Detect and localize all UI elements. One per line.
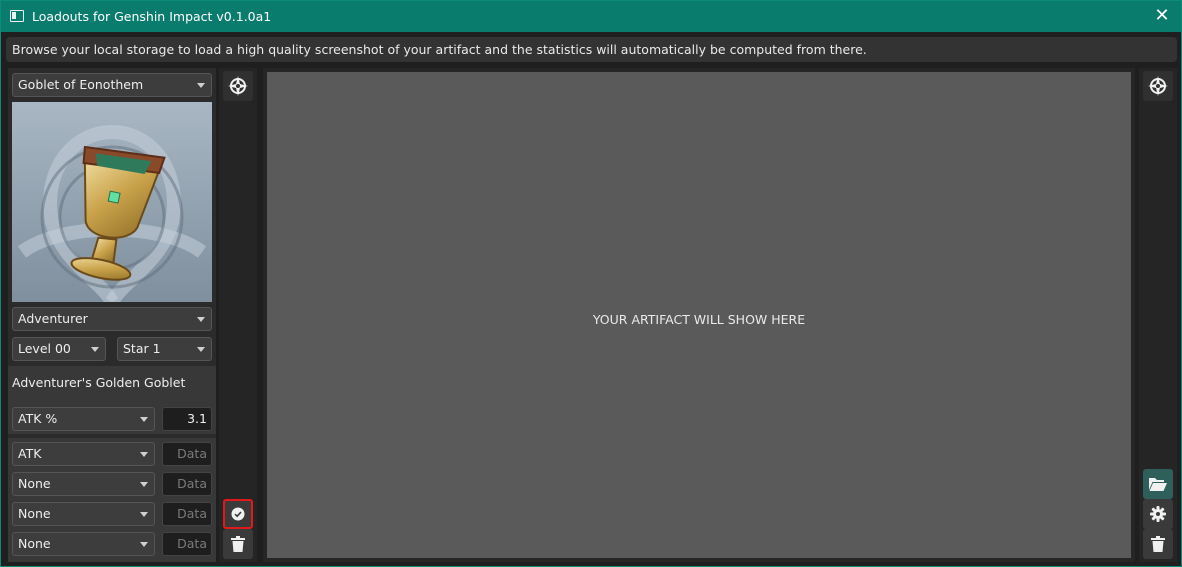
substat-2-value: None (18, 476, 51, 491)
substat-1-value: ATK (18, 446, 42, 461)
artifact-form-panel: Goblet of Eonothem Adventurer Level 00 S… (8, 68, 216, 562)
substat-4-value: None (18, 536, 51, 551)
chevron-down-icon (91, 347, 99, 352)
chevron-down-icon (140, 417, 148, 422)
delete-button[interactable] (223, 529, 253, 559)
compass-button-right[interactable] (1143, 71, 1173, 101)
preview-placeholder: YOUR ARTIFACT WILL SHOW HERE (592, 312, 806, 327)
chevron-down-icon (140, 512, 148, 517)
info-message: Browse your local storage to load a high… (6, 37, 1177, 62)
substat-1-select[interactable]: ATK (12, 442, 155, 466)
artifact-type-value: Goblet of Eonothem (18, 77, 144, 92)
substat-2-amount[interactable]: Data (162, 472, 212, 496)
substat-3-amount[interactable]: Data (162, 502, 212, 526)
artifact-image (12, 102, 212, 302)
chevron-down-icon (197, 347, 205, 352)
folder-open-icon (1149, 478, 1167, 491)
close-button[interactable]: ✕ (1149, 4, 1175, 28)
compass-button[interactable] (223, 71, 253, 101)
rarity-value: Star 1 (123, 341, 161, 356)
artifact-type-select[interactable]: Goblet of Eonothem (12, 73, 212, 97)
delete-button-right[interactable] (1143, 529, 1173, 559)
right-action-strip (1139, 68, 1177, 562)
open-file-button[interactable] (1143, 469, 1173, 499)
chevron-down-icon (197, 317, 205, 322)
main-stat-select[interactable]: ATK % (12, 407, 155, 431)
chevron-down-icon (140, 482, 148, 487)
rarity-select[interactable]: Star 1 (117, 337, 212, 361)
goblet-image (12, 102, 212, 302)
artifact-preview[interactable]: YOUR ARTIFACT WILL SHOW HERE (267, 72, 1131, 558)
substat-3-select[interactable]: None (12, 502, 155, 526)
trash-icon (1151, 536, 1165, 552)
gear-icon (1150, 506, 1166, 522)
chevron-down-icon (140, 452, 148, 457)
settings-button[interactable] (1143, 499, 1173, 529)
artifact-preview-area: YOUR ARTIFACT WILL SHOW HERE (263, 68, 1135, 562)
window-title: Loadouts for Genshin Impact v0.1.0a1 (32, 9, 272, 24)
artifact-set-value: Adventurer (18, 311, 88, 326)
artifact-set-select[interactable]: Adventurer (12, 307, 212, 331)
compass-icon (228, 76, 248, 96)
substat-3-value: None (18, 506, 51, 521)
confirm-button[interactable] (223, 499, 253, 529)
compass-icon (1148, 76, 1168, 96)
substat-4-amount[interactable]: Data (162, 532, 212, 556)
check-circle-icon (231, 507, 245, 521)
chevron-down-icon (140, 542, 148, 547)
substat-1-amount[interactable]: Data (162, 442, 212, 466)
app-icon (10, 10, 24, 22)
main-stat-value: ATK % (18, 411, 58, 426)
substat-4-select[interactable]: None (12, 532, 155, 556)
title-bar: Loadouts for Genshin Impact v0.1.0a1 ✕ (1, 1, 1181, 32)
substat-2-select[interactable]: None (12, 472, 155, 496)
left-action-strip (219, 68, 257, 562)
chevron-down-icon (197, 83, 205, 88)
trash-icon (231, 536, 245, 552)
app-window: Loadouts for Genshin Impact v0.1.0a1 ✕ B… (0, 0, 1182, 567)
main-stat-amount[interactable]: 3.1 (162, 407, 212, 431)
artifact-name: Adventurer's Golden Goblet (12, 375, 186, 390)
level-value: Level 00 (18, 341, 71, 356)
level-select[interactable]: Level 00 (12, 337, 106, 361)
